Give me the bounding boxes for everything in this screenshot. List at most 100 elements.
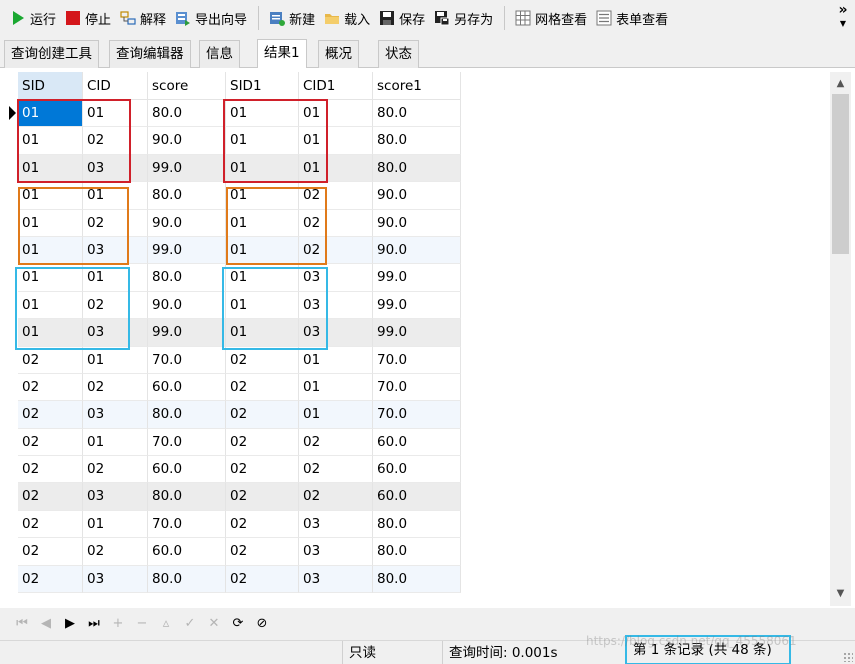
table-cell[interactable]: 80.0 [373, 154, 461, 183]
tab-result1[interactable]: 结果1 [257, 39, 307, 68]
refresh-icon[interactable]: ⟳ [226, 613, 250, 635]
table-cell[interactable]: 01 [83, 100, 148, 128]
table-cell[interactable]: 99.0 [148, 319, 226, 347]
table-row[interactable]: 01 02 90.0 01 02 90.0 [18, 209, 461, 237]
table-cell[interactable]: 90.0 [148, 209, 226, 237]
table-cell[interactable]: 70.0 [373, 401, 461, 429]
table-cell[interactable]: 99.0 [373, 319, 461, 347]
table-cell[interactable]: 02 [18, 538, 83, 566]
stop-refresh-icon[interactable]: ⊘ [250, 613, 274, 635]
table-cell[interactable]: 02 [18, 401, 83, 429]
table-cell[interactable]: 70.0 [373, 373, 461, 402]
table-cell[interactable]: 02 [83, 209, 148, 237]
table-cell[interactable]: 01 [226, 127, 299, 155]
table-cell[interactable]: 60.0 [148, 373, 226, 402]
table-cell[interactable]: 02 [83, 538, 148, 566]
table-row[interactable]: 02 02 60.0 02 01 70.0 [18, 373, 461, 402]
table-cell[interactable]: 60.0 [148, 456, 226, 484]
table-cell[interactable]: 01 [226, 291, 299, 320]
table-cell[interactable]: 01 [226, 319, 299, 347]
edit-record-icon[interactable]: ▵ [154, 613, 178, 635]
table-cell[interactable]: 02 [18, 428, 83, 457]
table-cell[interactable]: 80.0 [373, 510, 461, 539]
table-row[interactable]: 02 01 70.0 02 01 70.0 [18, 346, 461, 374]
next-record-icon[interactable]: ▶ [58, 613, 82, 635]
table-cell[interactable]: 02 [18, 456, 83, 484]
delete-record-icon[interactable]: − [130, 613, 154, 635]
table-cell[interactable]: 01 [18, 154, 83, 183]
table-cell[interactable]: 02 [226, 565, 299, 594]
table-cell[interactable]: 01 [18, 291, 83, 320]
table-cell[interactable]: 03 [83, 483, 148, 511]
table-cell[interactable]: 02 [299, 428, 373, 457]
tab-query-builder[interactable]: 查询创建工具 [4, 40, 99, 68]
table-cell[interactable]: 99.0 [373, 291, 461, 320]
table-cell[interactable]: 01 [83, 510, 148, 539]
table-row[interactable]: 02 03 80.0 02 01 70.0 [18, 401, 461, 429]
grid-view-button[interactable]: 网格查看 [511, 4, 591, 32]
table-row[interactable]: 01 01 80.0 01 03 99.0 [18, 264, 461, 292]
table-cell[interactable]: 60.0 [373, 456, 461, 484]
table-row[interactable]: 02 01 70.0 02 03 80.0 [18, 510, 461, 539]
table-cell[interactable]: 01 [226, 182, 299, 210]
table-cell[interactable]: 02 [226, 428, 299, 457]
table-cell[interactable]: 01 [226, 264, 299, 292]
table-cell[interactable]: 02 [83, 456, 148, 484]
table-cell[interactable]: 03 [83, 154, 148, 183]
table-cell[interactable]: 99.0 [373, 264, 461, 292]
table-cell[interactable]: 01 [18, 182, 83, 210]
table-cell[interactable]: 80.0 [148, 264, 226, 292]
table-cell[interactable]: 02 [226, 373, 299, 402]
table-cell[interactable]: 02 [226, 483, 299, 511]
table-cell[interactable]: 01 [18, 319, 83, 347]
table-cell[interactable]: 70.0 [148, 510, 226, 539]
table-cell[interactable]: 03 [299, 319, 373, 347]
table-cell[interactable]: 01 [226, 100, 299, 128]
table-cell[interactable]: 70.0 [148, 346, 226, 374]
explain-button[interactable]: 解释 [116, 4, 170, 32]
table-cell[interactable]: 03 [83, 565, 148, 594]
table-cell[interactable]: 90.0 [148, 127, 226, 155]
stop-button[interactable]: 停止 [61, 4, 115, 32]
table-cell[interactable]: 02 [226, 456, 299, 484]
table-cell[interactable]: 02 [299, 456, 373, 484]
column-header[interactable]: SID [18, 72, 83, 100]
table-cell[interactable]: 90.0 [373, 236, 461, 265]
table-cell[interactable]: 03 [83, 401, 148, 429]
table-cell[interactable]: 03 [83, 236, 148, 265]
table-cell[interactable]: 80.0 [148, 483, 226, 511]
save-as-button[interactable]: 另存为 [430, 4, 497, 32]
table-cell[interactable]: 02 [18, 346, 83, 374]
table-cell[interactable]: 60.0 [373, 483, 461, 511]
table-row[interactable]: 01 01 80.0 01 01 80.0 [18, 100, 461, 128]
table-cell[interactable]: 90.0 [148, 291, 226, 320]
table-cell[interactable]: 01 [18, 127, 83, 155]
run-button[interactable]: 运行 [6, 4, 60, 32]
table-cell[interactable]: 01 [299, 100, 373, 128]
table-cell[interactable]: 60.0 [148, 538, 226, 566]
table-cell[interactable]: 01 [18, 100, 83, 128]
table-cell[interactable]: 01 [299, 373, 373, 402]
table-cell[interactable]: 80.0 [373, 127, 461, 155]
previous-record-icon[interactable]: ◀ [34, 613, 58, 635]
table-cell[interactable]: 03 [83, 319, 148, 347]
table-cell[interactable]: 02 [18, 565, 83, 594]
table-cell[interactable]: 01 [83, 264, 148, 292]
table-cell[interactable]: 80.0 [373, 538, 461, 566]
form-view-button[interactable]: 表单查看 [592, 4, 672, 32]
table-cell[interactable]: 02 [226, 401, 299, 429]
export-wizard-button[interactable]: 导出向导 [171, 4, 251, 32]
add-record-icon[interactable]: + [106, 613, 130, 635]
table-cell[interactable]: 80.0 [148, 565, 226, 594]
table-cell[interactable]: 02 [83, 291, 148, 320]
tab-profile[interactable]: 概况 [318, 40, 359, 68]
column-header[interactable]: SID1 [226, 72, 299, 100]
table-row[interactable]: 01 02 90.0 01 01 80.0 [18, 127, 461, 155]
table-cell[interactable]: 02 [299, 483, 373, 511]
table-cell[interactable]: 01 [18, 264, 83, 292]
table-row[interactable]: 01 03 99.0 01 02 90.0 [18, 236, 461, 265]
table-cell[interactable]: 02 [299, 236, 373, 265]
table-cell[interactable]: 60.0 [373, 428, 461, 457]
last-record-icon[interactable]: ⏭ [82, 613, 106, 635]
table-cell[interactable]: 02 [83, 373, 148, 402]
